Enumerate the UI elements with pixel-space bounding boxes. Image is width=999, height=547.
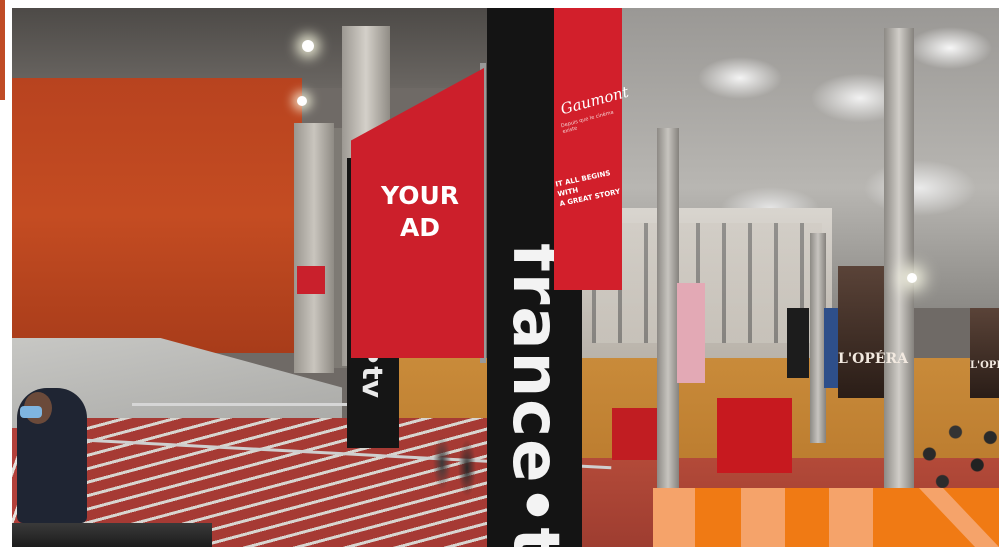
ceiling-lamp-right xyxy=(907,273,917,283)
orange-wall xyxy=(12,78,302,353)
dark-banner xyxy=(787,308,809,378)
ad-line-1: YOUR xyxy=(380,181,459,210)
red-direction-sign xyxy=(297,266,325,294)
opera-poster-2: L'OPÉRA xyxy=(970,308,999,398)
ad-banner-text: YOUR AD xyxy=(374,180,466,244)
pink-banner xyxy=(677,283,705,383)
column-left xyxy=(294,123,334,373)
opera-poster-1-title: L'OPÉRA xyxy=(838,351,909,367)
ceiling-light-2 xyxy=(297,96,307,106)
ceiling-left xyxy=(12,8,492,88)
column-right-3 xyxy=(884,28,914,498)
gaumont-banner xyxy=(554,8,622,290)
column-right-1 xyxy=(657,128,679,498)
orange-stripe-graphic xyxy=(653,488,999,547)
ramp-railing xyxy=(132,403,362,406)
ceiling-light xyxy=(302,40,314,52)
stripe-2 xyxy=(741,488,785,547)
escalator-handrail xyxy=(12,523,212,547)
people-on-stairs xyxy=(422,413,492,508)
opera-poster-1: L'OPÉRA xyxy=(838,266,909,398)
venue-photo: L'OPÉRA L'OPÉRA france•tv YOUR AD france… xyxy=(12,8,999,547)
stripe-3 xyxy=(829,488,873,547)
red-booth xyxy=(717,398,792,473)
ad-line-2: AD xyxy=(399,213,441,242)
face-mask xyxy=(20,406,42,418)
stripe-diagonal xyxy=(919,488,999,547)
crowd xyxy=(912,388,999,498)
blue-banner xyxy=(824,308,838,388)
opera-poster-2-title: L'OPÉRA xyxy=(970,360,999,371)
left-edge-orange xyxy=(0,0,5,100)
francetv-text: france•tv xyxy=(498,243,572,547)
photo-frame: L'OPÉRA L'OPÉRA france•tv YOUR AD france… xyxy=(0,0,999,547)
stripe-1 xyxy=(653,488,695,547)
